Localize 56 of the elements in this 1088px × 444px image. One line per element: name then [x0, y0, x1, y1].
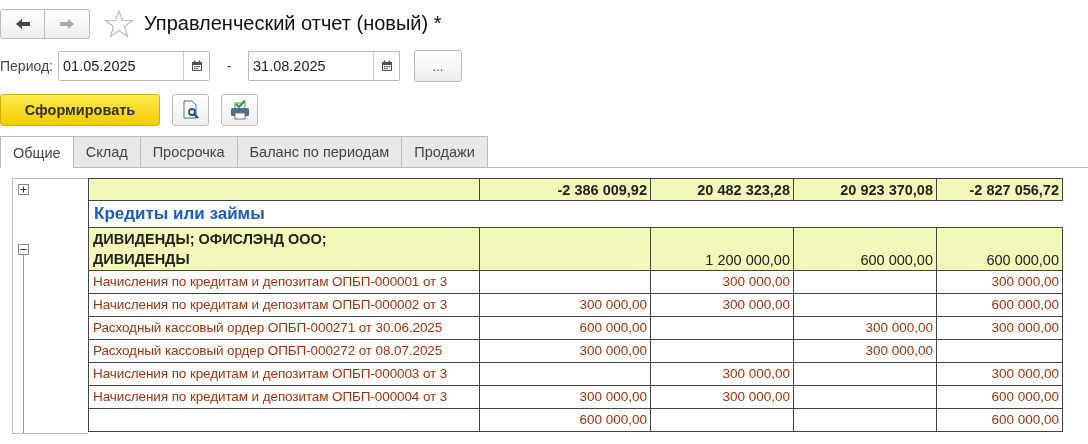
period-separator: -: [225, 58, 233, 74]
table-cell: 600 000,00: [480, 317, 651, 340]
star-icon[interactable]: [104, 9, 134, 38]
period-select-button[interactable]: ...: [414, 50, 462, 82]
table-cell: Расходный кассовый ордер ОПБП-000271 от 30.06.2025: [88, 317, 480, 340]
back-button[interactable]: [0, 8, 45, 39]
table-cell: 300 000,00: [480, 340, 651, 363]
expand-toggle[interactable]: [18, 184, 29, 195]
table-cell: 300 000,00: [651, 363, 794, 386]
table-cell: 20 923 370,08: [794, 178, 937, 201]
table-cell: 600 000,00: [794, 227, 937, 271]
table-cell: 1 200 000,00: [651, 227, 794, 271]
table-cell: 600 000,00: [480, 409, 651, 432]
calendar-icon[interactable]: [380, 60, 393, 72]
period-label: Период:: [0, 58, 53, 74]
table-cell: Начисления по кредитам и депозитам ОПБП-000001 от 3: [88, 271, 480, 294]
table-cell: 300 000,00: [937, 363, 1063, 386]
table-cell: 300 000,00: [651, 386, 794, 409]
table-cell: -2 386 009,92: [480, 178, 651, 201]
table-cell: 600 000,00: [937, 227, 1063, 271]
tab[interactable]: Просрочка: [139, 136, 238, 167]
table-cell: 300 000,00: [794, 340, 937, 363]
document-search-icon: [181, 100, 200, 120]
table-cell: -2 827 056,72: [937, 178, 1063, 201]
table-cell: 300 000,00: [480, 386, 651, 409]
table-cell: 300 000,00: [480, 294, 651, 317]
expand-toggle[interactable]: [18, 244, 29, 255]
generate-button[interactable]: Сформировать: [0, 94, 160, 126]
section-title: Кредиты или займы: [94, 204, 265, 224]
table-cell: 300 000,00: [651, 294, 794, 317]
print-button[interactable]: [221, 94, 258, 126]
table-cell: Начисления по кредитам и депозитам ОПБП-000004 от 3: [88, 386, 480, 409]
table-cell: 600 000,00: [937, 386, 1063, 409]
tab[interactable]: Общие: [0, 136, 74, 168]
table-cell: 600 000,00: [937, 409, 1063, 432]
calendar-icon[interactable]: [190, 60, 203, 72]
printer-check-icon: [229, 100, 250, 120]
forward-arrow-icon: [59, 17, 75, 30]
preview-button[interactable]: [172, 94, 209, 126]
tab[interactable]: Продажи: [401, 136, 488, 167]
table-cell: Начисления по кредитам и депозитам ОПБП-000002 от 3: [88, 294, 480, 317]
tab[interactable]: Склад: [72, 136, 141, 167]
table-cell: 300 000,00: [937, 271, 1063, 294]
table-cell: 20 482 323,28: [651, 178, 794, 201]
table-cell: 300 000,00: [794, 317, 937, 340]
date-to-field[interactable]: 31.08.2025: [248, 51, 400, 81]
window-title: Управленческий отчет (новый) *: [144, 12, 442, 35]
back-arrow-icon: [14, 17, 31, 30]
table-cell: Начисления по кредитам и депозитам ОПБП-000003 от 3: [88, 363, 480, 386]
table-cell: Расходный кассовый ордер ОПБП-000272 от 08.07.2025: [88, 340, 480, 363]
table-cell: ДИВИДЕНДЫ; ОФИСЛЭНД ООО; ДИВИДЕНДЫ: [88, 227, 480, 271]
tab[interactable]: Баланс по периодам: [236, 136, 403, 167]
table-cell: 300 000,00: [937, 317, 1063, 340]
table-cell: 300 000,00: [651, 271, 794, 294]
table-cell: 600 000,00: [937, 294, 1063, 317]
date-from-field[interactable]: 01.05.2025: [58, 51, 210, 81]
